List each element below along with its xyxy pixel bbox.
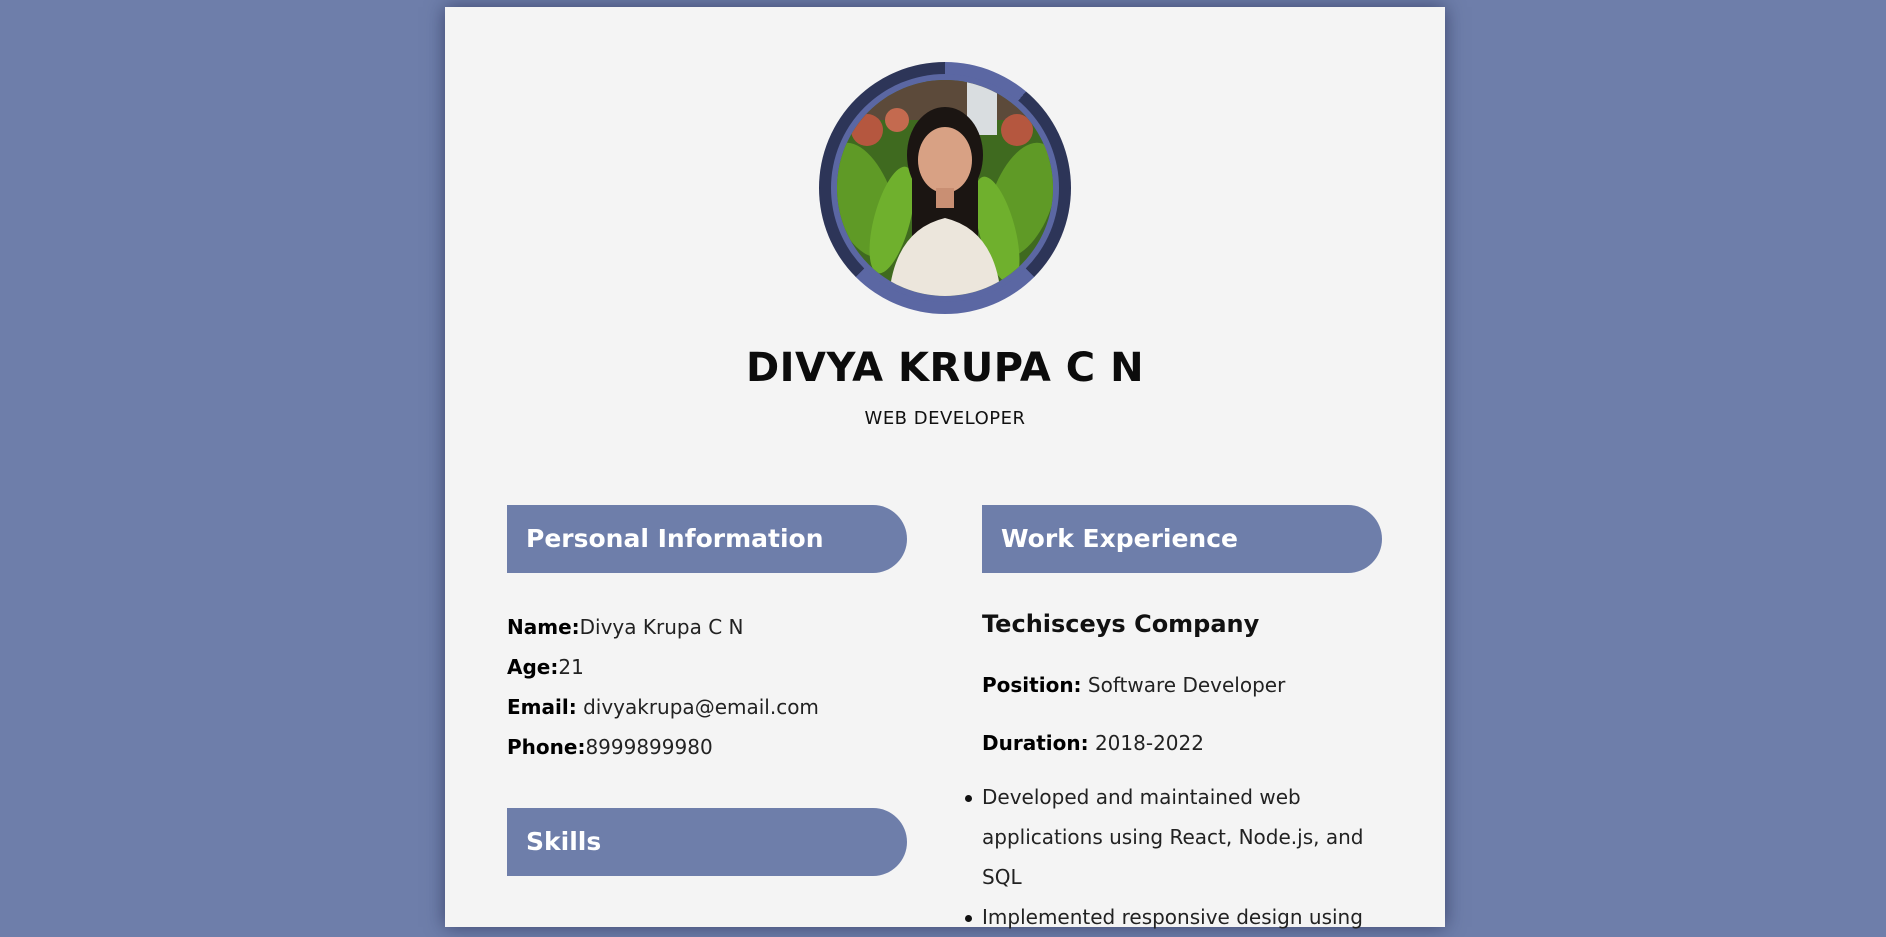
profile-name: DIVYA KRUPA C N (745, 345, 1145, 391)
work-position-value: Software Developer (1081, 673, 1286, 697)
work-duration-label: Duration: (982, 731, 1089, 755)
work-bullets: Developed and maintained web application… (965, 777, 1402, 937)
personal-info-heading: Personal Information (507, 505, 907, 573)
profile-role: WEB DEVELOPER (864, 408, 1026, 429)
list-item: Implemented responsive design using (965, 897, 1402, 937)
resume-card: DIVYA KRUPA C N WEB DEVELOPER Personal I… (445, 7, 1445, 929)
profile-photo (837, 80, 1053, 296)
info-name-label: Name: (507, 615, 580, 639)
company-name: Techisceys Company (982, 610, 1260, 638)
work-position: Position: Software Developer (982, 673, 1285, 697)
list-item: Developed and maintained web application… (965, 777, 1402, 897)
info-email-value: divyakrupa@email.com (576, 695, 819, 719)
work-position-label: Position: (982, 673, 1082, 697)
info-name-value: Divya Krupa C N (579, 615, 744, 639)
work-duration: Duration: 2018-2022 (982, 731, 1204, 755)
info-age: Age:21 (507, 655, 584, 679)
info-age-value: 21 (558, 655, 584, 679)
work-duration-value: 2018-2022 (1088, 731, 1204, 755)
skills-heading: Skills (507, 808, 907, 876)
info-age-label: Age: (507, 655, 559, 679)
info-phone: Phone:8999899980 (507, 735, 713, 759)
info-name: Name:Divya Krupa C N (507, 615, 744, 639)
avatar (819, 62, 1071, 314)
profile-photo-illustration (837, 80, 1053, 296)
info-email: Email: divyakrupa@email.com (507, 695, 819, 719)
info-phone-value: 8999899980 (585, 735, 713, 759)
info-email-label: Email: (507, 695, 577, 719)
work-experience-heading: Work Experience (982, 505, 1382, 573)
info-phone-label: Phone: (507, 735, 586, 759)
